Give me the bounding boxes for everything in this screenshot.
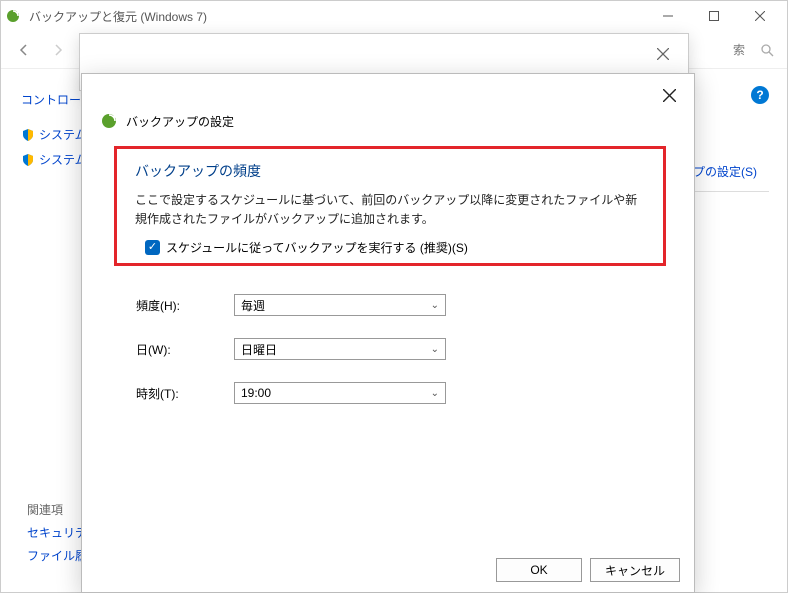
schedule-checkbox-row[interactable]: ✓ スケジュールに従ってバックアップを実行する (推奨)(S) <box>145 239 645 256</box>
search-icon[interactable] <box>759 42 775 58</box>
file-history-link[interactable]: ファイル履 <box>27 547 87 564</box>
day-select[interactable]: 日曜日 ⌄ <box>234 338 446 360</box>
frequency-select[interactable]: 毎週 ⌄ <box>234 294 446 316</box>
dialog-header: バックアップの設定 <box>100 112 234 130</box>
related-section: 関連項 セキュリテ ファイル履 <box>27 501 87 570</box>
dialog-close-button[interactable] <box>656 84 682 106</box>
security-link[interactable]: セキュリテ <box>27 524 87 541</box>
forward-button[interactable] <box>47 39 69 61</box>
highlighted-section: バックアップの頻度 ここで設定するスケジュールに基づいて、前回のバックアップ以降… <box>114 146 666 266</box>
help-icon[interactable]: ? <box>751 86 769 104</box>
chevron-down-icon: ⌄ <box>431 300 439 311</box>
close-icon[interactable] <box>648 42 678 66</box>
search-text-fragment: 索 <box>733 41 745 58</box>
checkbox-label: スケジュールに従ってバックアップを実行する (推奨)(S) <box>166 239 468 256</box>
day-label: 日(W): <box>136 341 234 358</box>
day-row: 日(W): 日曜日 ⌄ <box>136 338 446 360</box>
dialog-footer: OK キャンセル <box>496 558 680 582</box>
divider <box>691 191 769 192</box>
chevron-down-icon: ⌄ <box>431 344 439 355</box>
backup-settings-dialog: バックアップの設定 バックアップの頻度 ここで設定するスケジュールに基づいて、前… <box>81 73 695 593</box>
day-value: 日曜日 <box>241 341 277 358</box>
section-title: バックアップの頻度 <box>135 161 645 181</box>
system-link-2[interactable]: システム <box>39 151 87 168</box>
titlebar: バックアップと復元 (Windows 7) <box>1 1 787 31</box>
section-description: ここで設定するスケジュールに基づいて、前回のバックアップ以降に変更されたファイル… <box>135 191 645 229</box>
titlebar-controls <box>645 1 783 31</box>
time-row: 時刻(T): 19:00 ⌄ <box>136 382 446 404</box>
main-window: バックアップと復元 (Windows 7) 索 コントロー <box>0 0 788 593</box>
wizard-icon <box>100 112 118 130</box>
schedule-checkbox[interactable]: ✓ <box>145 240 160 255</box>
time-label: 時刻(T): <box>136 385 234 402</box>
shield-icon <box>21 128 35 142</box>
minimize-button[interactable] <box>645 1 691 31</box>
backup-settings-link[interactable]: プの設定(S) <box>693 163 757 180</box>
frequency-value: 毎週 <box>241 297 265 314</box>
chevron-down-icon: ⌄ <box>431 388 439 399</box>
ok-button[interactable]: OK <box>496 558 582 582</box>
close-button[interactable] <box>737 1 783 31</box>
system-link-1[interactable]: システム <box>39 126 87 143</box>
time-select[interactable]: 19:00 ⌄ <box>234 382 446 404</box>
back-button[interactable] <box>13 39 35 61</box>
frequency-label: 頻度(H): <box>136 297 234 314</box>
frequency-row: 頻度(H): 毎週 ⌄ <box>136 294 446 316</box>
help-region: ? <box>751 86 769 104</box>
maximize-button[interactable] <box>691 1 737 31</box>
shield-icon <box>21 153 35 167</box>
window-title: バックアップと復元 (Windows 7) <box>29 8 207 25</box>
check-icon: ✓ <box>148 242 157 253</box>
dialog-title: バックアップの設定 <box>126 113 234 130</box>
related-heading: 関連項 <box>27 501 87 518</box>
app-icon <box>5 8 21 24</box>
time-value: 19:00 <box>241 386 271 400</box>
cancel-button[interactable]: キャンセル <box>590 558 680 582</box>
